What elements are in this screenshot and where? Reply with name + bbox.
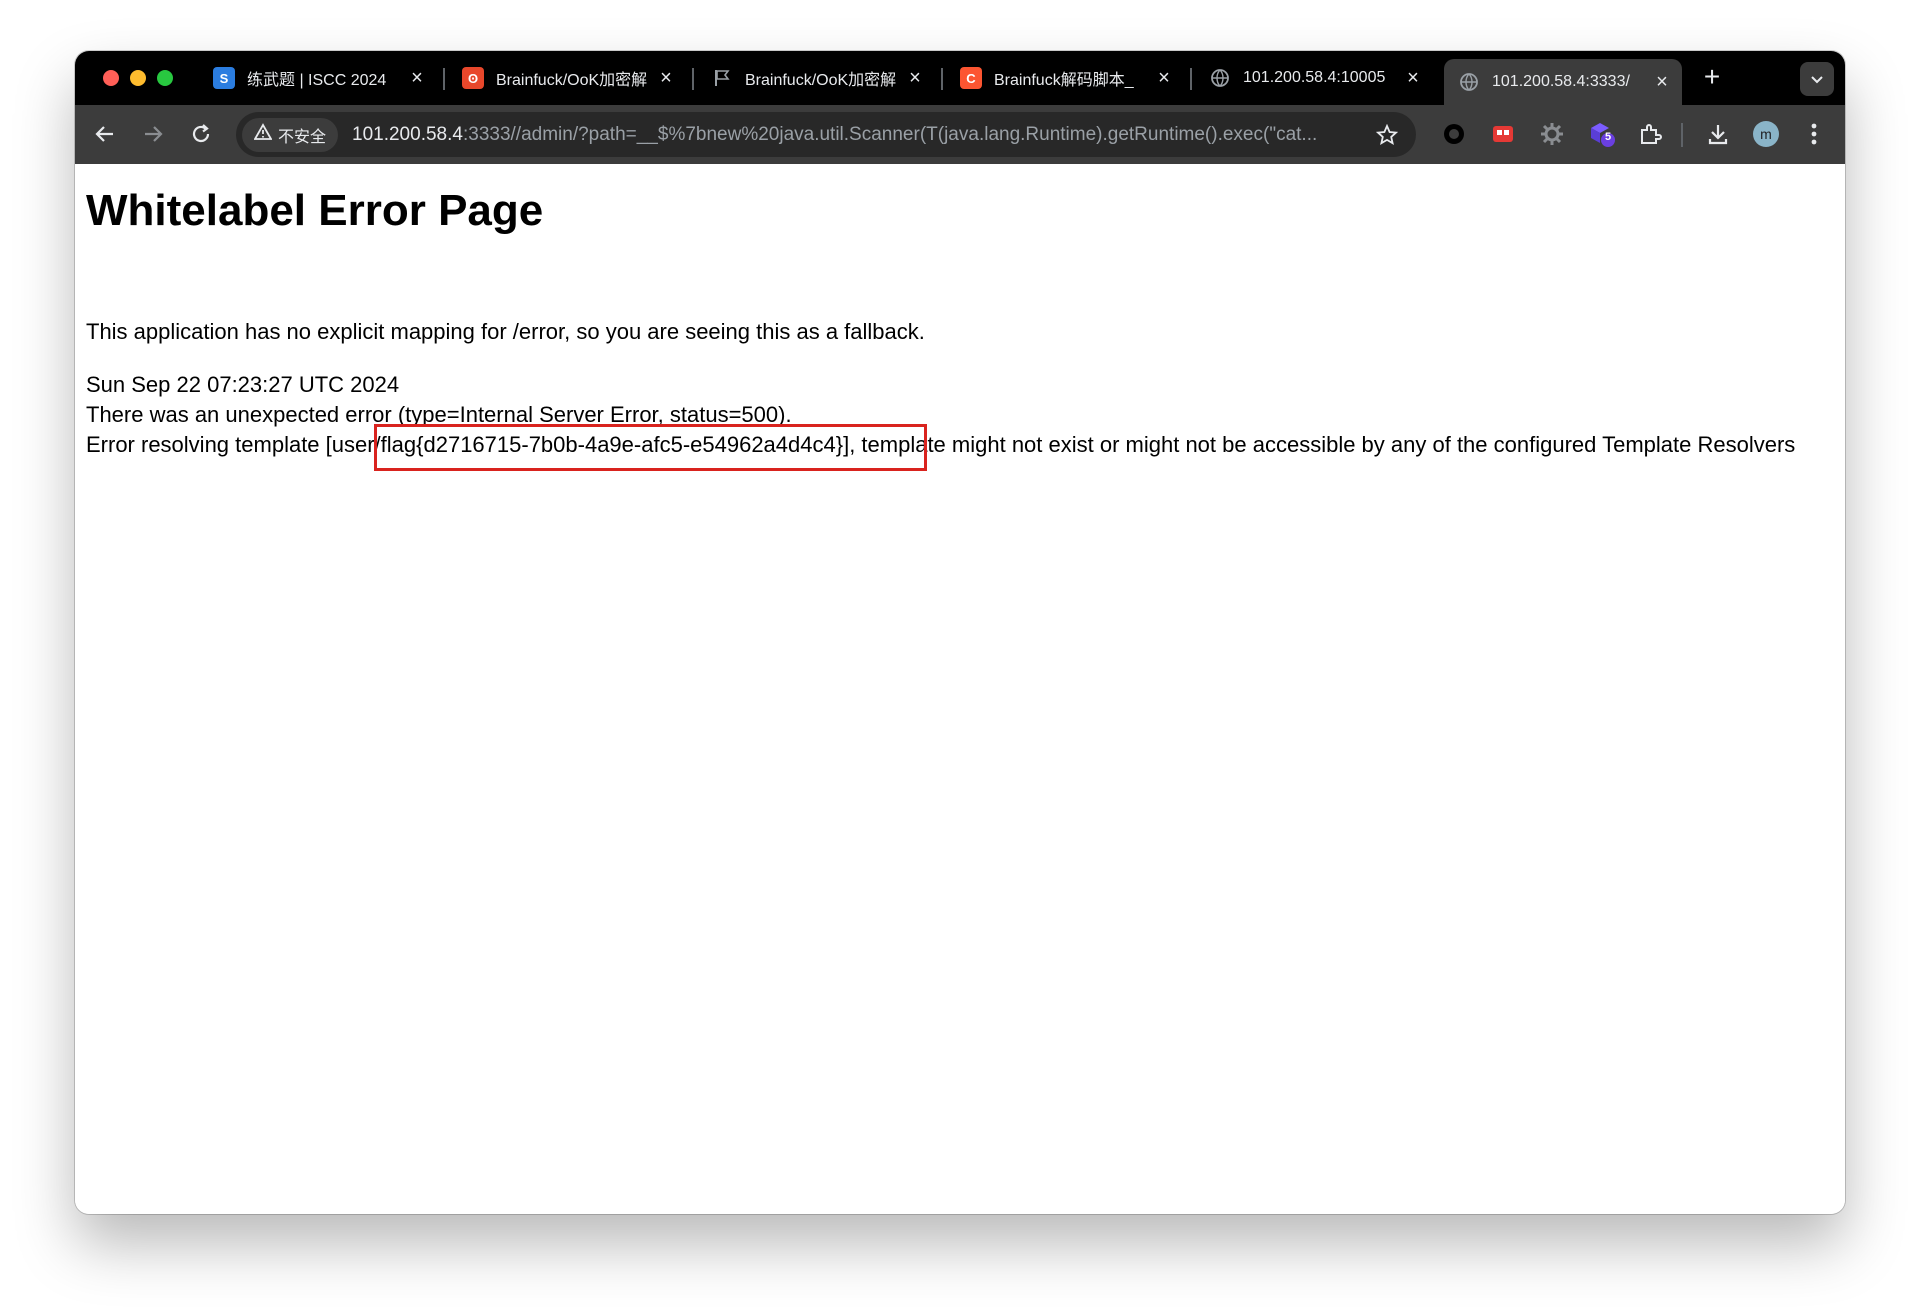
tab-search-button[interactable]: [1800, 62, 1834, 96]
tab-brainfuck-script[interactable]: C Brainfuck解码脚本_ ×: [946, 57, 1184, 99]
page-title: Whitelabel Error Page: [86, 186, 544, 235]
tab-title: 练武题 | ISCC 2024: [247, 72, 387, 89]
arrow-left-icon: [95, 126, 113, 142]
more-vertical-icon: [1811, 123, 1817, 145]
chevron-down-icon: [1811, 76, 1823, 84]
csdn-logo-icon: C: [960, 67, 982, 89]
close-tab-icon[interactable]: ×: [1154, 67, 1174, 90]
security-label: 不安全: [278, 128, 327, 146]
url-host: 101.200.58.4: [352, 123, 463, 145]
downloads-button[interactable]: [1703, 119, 1733, 149]
tab-separator: [941, 68, 943, 90]
flag-highlight-annotation: [374, 424, 927, 471]
tab-separator: [692, 68, 694, 90]
cube-extension-icon: [1591, 123, 1615, 147]
new-tab-button[interactable]: +: [1698, 63, 1726, 92]
close-tab-icon[interactable]: ×: [905, 67, 925, 90]
extension-circle-button[interactable]: [1439, 119, 1469, 149]
bookmark-star-button[interactable]: [1372, 120, 1402, 150]
tab-title: Brainfuck/OoK加密解: [745, 72, 897, 89]
tab-separator: [1190, 68, 1192, 90]
tab-brainfuck-2[interactable]: Brainfuck/OoK加密解 ×: [697, 57, 935, 99]
browser-window: S 练武题 | ISCC 2024 × ʘ Brainfuck/OoK加密解 ×…: [75, 51, 1845, 1214]
close-window-button[interactable]: [103, 70, 119, 86]
tab-iscc[interactable]: S 练武题 | ISCC 2024 ×: [199, 57, 437, 99]
tab-strip: S 练武题 | ISCC 2024 × ʘ Brainfuck/OoK加密解 ×…: [75, 51, 1845, 105]
extension-red-button[interactable]: [1488, 119, 1518, 149]
page-content: Whitelabel Error Page This application h…: [75, 164, 1845, 1214]
minimize-window-button[interactable]: [130, 70, 146, 86]
globe-icon: [1209, 67, 1231, 89]
error-message: Error resolving template [user/flag{d271…: [86, 432, 1796, 457]
forward-button[interactable]: [138, 119, 168, 149]
gear-icon: [1541, 123, 1563, 145]
error-details: Sun Sep 22 07:23:27 UTC 2024 There was a…: [86, 370, 1836, 460]
tab-title: Brainfuck解码脚本_: [994, 72, 1134, 89]
brainfuck-logo-icon: ʘ: [462, 67, 484, 89]
address-bar[interactable]: 不安全 101.200.58.4:3333//admin/?path=__$%7…: [236, 112, 1416, 157]
profile-button[interactable]: m: [1751, 119, 1781, 149]
tab-separator: [443, 68, 445, 90]
close-tab-icon[interactable]: ×: [1652, 71, 1672, 94]
tab-server-10005[interactable]: 101.200.58.4:10005 ×: [1195, 57, 1433, 99]
flag-icon: [711, 67, 733, 89]
red-extension-icon: [1493, 126, 1513, 142]
tab-server-3333[interactable]: 101.200.58.4:3333/ ×: [1444, 59, 1682, 105]
error-timestamp: Sun Sep 22 07:23:27 UTC 2024: [86, 372, 400, 397]
reload-icon: [192, 124, 210, 143]
avatar: m: [1753, 121, 1779, 147]
tab-brainfuck-1[interactable]: ʘ Brainfuck/OoK加密解 ×: [448, 57, 686, 99]
security-indicator[interactable]: 不安全: [242, 117, 339, 152]
close-tab-icon[interactable]: ×: [407, 67, 427, 90]
back-button[interactable]: [90, 119, 120, 149]
warning-icon: [253, 123, 273, 146]
extension-badge-count: 5: [1605, 131, 1612, 143]
tab-title: Brainfuck/OoK加密解: [496, 72, 648, 89]
url-path: :3333//admin/?path=__$%7bnew%20java.util…: [462, 123, 1318, 145]
globe-icon: [1458, 71, 1480, 93]
menu-button[interactable]: [1799, 119, 1829, 149]
iscc-logo-icon: S: [213, 67, 235, 89]
tab-title: 101.200.58.4:10005: [1243, 69, 1386, 86]
record-icon: [1444, 124, 1464, 144]
arrow-right-icon: [145, 126, 163, 142]
tab-title: 101.200.58.4:3333/: [1492, 73, 1630, 90]
puzzle-icon: [1641, 124, 1662, 144]
download-icon: [1708, 125, 1728, 145]
extension-gear-button[interactable]: [1537, 119, 1567, 149]
reload-button[interactable]: [186, 119, 216, 149]
extension-badge-button[interactable]: 5: [1586, 119, 1616, 149]
error-status: There was an unexpected error (type=Inte…: [86, 402, 792, 427]
close-tab-icon[interactable]: ×: [1403, 67, 1423, 90]
close-tab-icon[interactable]: ×: [656, 67, 676, 90]
star-icon: [1376, 123, 1398, 145]
extensions-button[interactable]: [1635, 119, 1665, 149]
toolbar-separator: [1681, 123, 1683, 147]
error-description: This application has no explicit mapping…: [86, 319, 925, 344]
url-text[interactable]: 101.200.58.4:3333//admin/?path=__$%7bnew…: [352, 124, 1372, 146]
browser-toolbar: 不安全 101.200.58.4:3333//admin/?path=__$%7…: [75, 105, 1845, 164]
maximize-window-button[interactable]: [157, 70, 173, 86]
